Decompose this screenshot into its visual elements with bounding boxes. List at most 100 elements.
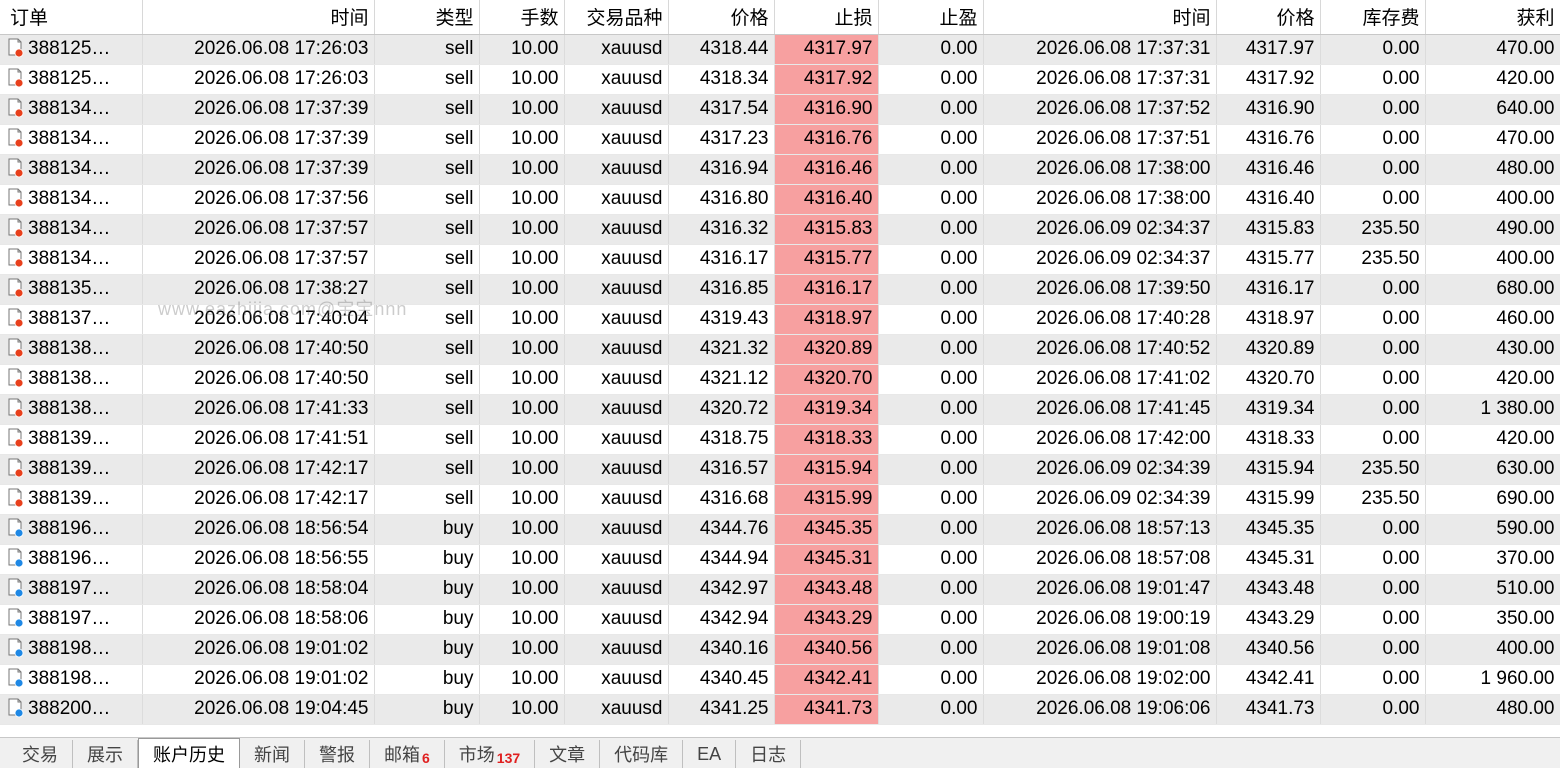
- order-cell[interactable]: 388138…: [0, 394, 143, 425]
- table-row[interactable]: 388134… 2026.06.08 17:37:56 sell 10.00 xauus…: [0, 184, 1560, 215]
- stop-loss-cell: 4316.76: [774, 124, 879, 155]
- order-cell[interactable]: 388138…: [0, 334, 143, 365]
- order-cell[interactable]: 388139…: [0, 484, 143, 515]
- table-row[interactable]: 388197… 2026.06.08 18:58:06 buy 10.00 xauusd…: [0, 604, 1560, 635]
- table-row[interactable]: 388198… 2026.06.08 19:01:02 buy 10.00 xauusd…: [0, 664, 1560, 695]
- order-cell[interactable]: 388200…: [0, 694, 143, 725]
- open-time-cell: 2026.06.08 17:40:50: [142, 364, 375, 395]
- table-row[interactable]: 388197… 2026.06.08 18:58:04 buy 10.00 xauusd…: [0, 574, 1560, 605]
- close-time-cell: 2026.06.08 19:01:08: [983, 634, 1217, 665]
- open-time-cell: 2026.06.08 17:38:27: [142, 274, 375, 305]
- order-cell[interactable]: 388139…: [0, 454, 143, 485]
- table-row[interactable]: 388137… 2026.06.08 17:40:04 sell 10.00 xauus…: [0, 304, 1560, 335]
- order-cell[interactable]: 388138…: [0, 364, 143, 395]
- tab-2[interactable]: 账户历史: [138, 738, 240, 768]
- order-cell[interactable]: 388125…: [0, 64, 143, 95]
- stop-loss-cell: 4320.89: [774, 334, 879, 365]
- table-row[interactable]: 388196… 2026.06.08 18:56:54 buy 10.00 xauusd…: [0, 514, 1560, 545]
- tab-8[interactable]: 代码库: [600, 740, 684, 768]
- table-row[interactable]: 388134… 2026.06.08 17:37:57 sell 10.00 xauus…: [0, 244, 1560, 275]
- column-header-symbol[interactable]: 交易品种: [564, 0, 669, 35]
- column-header-stop-loss[interactable]: 止损: [774, 0, 879, 35]
- column-header-order[interactable]: 订单: [0, 0, 143, 35]
- tab-6[interactable]: 市场 137: [445, 740, 536, 768]
- order-cell[interactable]: 388196…: [0, 514, 143, 545]
- table-row[interactable]: 388134… 2026.06.08 17:37:39 sell 10.00 xauus…: [0, 124, 1560, 155]
- type-cell: sell: [374, 244, 480, 275]
- profit-cell: 590.00: [1425, 514, 1560, 545]
- order-cell[interactable]: 388134…: [0, 184, 143, 215]
- tab-0[interactable]: 交易: [8, 740, 73, 768]
- column-header-swap[interactable]: 库存费: [1320, 0, 1426, 35]
- symbol-cell: xauusd: [564, 424, 669, 455]
- profit-cell: 1 380.00: [1425, 394, 1560, 425]
- column-header-type[interactable]: 类型: [374, 0, 480, 35]
- column-header-close-price[interactable]: 价格: [1216, 0, 1321, 35]
- table-row[interactable]: 388134… 2026.06.08 17:37:57 sell 10.00 xauus…: [0, 214, 1560, 245]
- type-cell: sell: [374, 94, 480, 125]
- table-row[interactable]: 388125… 2026.06.08 17:26:03 sell 10.00 xauus…: [0, 64, 1560, 95]
- tab-5[interactable]: 邮箱 6: [370, 740, 445, 768]
- order-number: 388198…: [28, 667, 111, 689]
- table-row[interactable]: 388139… 2026.06.08 17:41:51 sell 10.00 xauus…: [0, 424, 1560, 455]
- open-time-cell: 2026.06.08 17:37:57: [142, 244, 375, 275]
- order-cell[interactable]: 388134…: [0, 244, 143, 275]
- lots-cell: 10.00: [479, 154, 565, 185]
- table-row[interactable]: 388196… 2026.06.08 18:56:55 buy 10.00 xauusd…: [0, 544, 1560, 575]
- type-cell: sell: [374, 424, 480, 455]
- table-row[interactable]: 388138… 2026.06.08 17:40:50 sell 10.00 xauus…: [0, 364, 1560, 395]
- swap-cell: 0.00: [1320, 574, 1426, 605]
- table-row[interactable]: 388134… 2026.06.08 17:37:39 sell 10.00 xauus…: [0, 94, 1560, 125]
- table-row[interactable]: 388200… 2026.06.08 19:04:45 buy 10.00 xauusd…: [0, 694, 1560, 725]
- take-profit-cell: 0.00: [878, 544, 984, 575]
- order-cell[interactable]: 388197…: [0, 574, 143, 605]
- order-cell[interactable]: 388197…: [0, 604, 143, 635]
- order-cell[interactable]: 388135…: [0, 274, 143, 305]
- table-row[interactable]: 388138… 2026.06.08 17:41:33 sell 10.00 xauus…: [0, 394, 1560, 425]
- profit-cell: 400.00: [1425, 244, 1560, 275]
- take-profit-cell: 0.00: [878, 604, 984, 635]
- order-cell[interactable]: 388134…: [0, 214, 143, 245]
- tab-label: 代码库: [614, 745, 669, 765]
- table-row[interactable]: 388198… 2026.06.08 19:01:02 buy 10.00 xauusd…: [0, 634, 1560, 665]
- column-header-price[interactable]: 价格: [668, 0, 775, 35]
- table-row[interactable]: 388134… 2026.06.08 17:37:39 sell 10.00 xauus…: [0, 154, 1560, 185]
- table-row[interactable]: 388138… 2026.06.08 17:40:50 sell 10.00 xauus…: [0, 334, 1560, 365]
- table-row[interactable]: 388125… 2026.06.08 17:26:03 sell 10.00 xauus…: [0, 34, 1560, 65]
- order-cell[interactable]: 388198…: [0, 664, 143, 695]
- order-cell[interactable]: 388198…: [0, 634, 143, 665]
- tab-10[interactable]: 日志: [736, 740, 802, 768]
- swap-cell: 0.00: [1320, 154, 1426, 185]
- sell-order-icon: [8, 458, 24, 478]
- column-header-open-time[interactable]: 时间: [142, 0, 375, 35]
- column-header-profit[interactable]: 获利: [1425, 0, 1560, 35]
- profit-cell: 400.00: [1425, 634, 1560, 665]
- tab-7[interactable]: 文章: [535, 740, 601, 768]
- tab-9[interactable]: EA: [683, 740, 737, 768]
- order-cell[interactable]: 388196…: [0, 544, 143, 575]
- order-cell[interactable]: 388137…: [0, 304, 143, 335]
- order-number: 388134…: [28, 157, 111, 179]
- order-cell[interactable]: 388134…: [0, 124, 143, 155]
- order-cell[interactable]: 388134…: [0, 94, 143, 125]
- order-cell[interactable]: 388125…: [0, 34, 143, 65]
- table-row[interactable]: 388135… 2026.06.08 17:38:27 sell 10.00 xauus…: [0, 274, 1560, 305]
- table-row[interactable]: 388139… 2026.06.08 17:42:17 sell 10.00 xauus…: [0, 454, 1560, 485]
- tab-3[interactable]: 新闻: [240, 740, 305, 768]
- tab-4[interactable]: 警报: [305, 740, 370, 768]
- stop-loss-cell: 4316.17: [774, 274, 879, 305]
- lots-cell: 10.00: [479, 604, 565, 635]
- symbol-cell: xauusd: [564, 124, 669, 155]
- type-cell: sell: [374, 214, 480, 245]
- price-cell: 4316.32: [668, 214, 775, 245]
- table-row[interactable]: 388139… 2026.06.08 17:42:17 sell 10.00 xauus…: [0, 484, 1560, 515]
- order-cell[interactable]: 388134…: [0, 154, 143, 185]
- column-header-close-time[interactable]: 时间: [983, 0, 1217, 35]
- price-cell: 4344.94: [668, 544, 775, 575]
- order-number: 388139…: [28, 487, 111, 509]
- column-header-lots[interactable]: 手数: [479, 0, 565, 35]
- tab-1[interactable]: 展示: [73, 740, 138, 768]
- lots-cell: 10.00: [479, 574, 565, 605]
- order-cell[interactable]: 388139…: [0, 424, 143, 455]
- column-header-take-profit[interactable]: 止盈: [878, 0, 984, 35]
